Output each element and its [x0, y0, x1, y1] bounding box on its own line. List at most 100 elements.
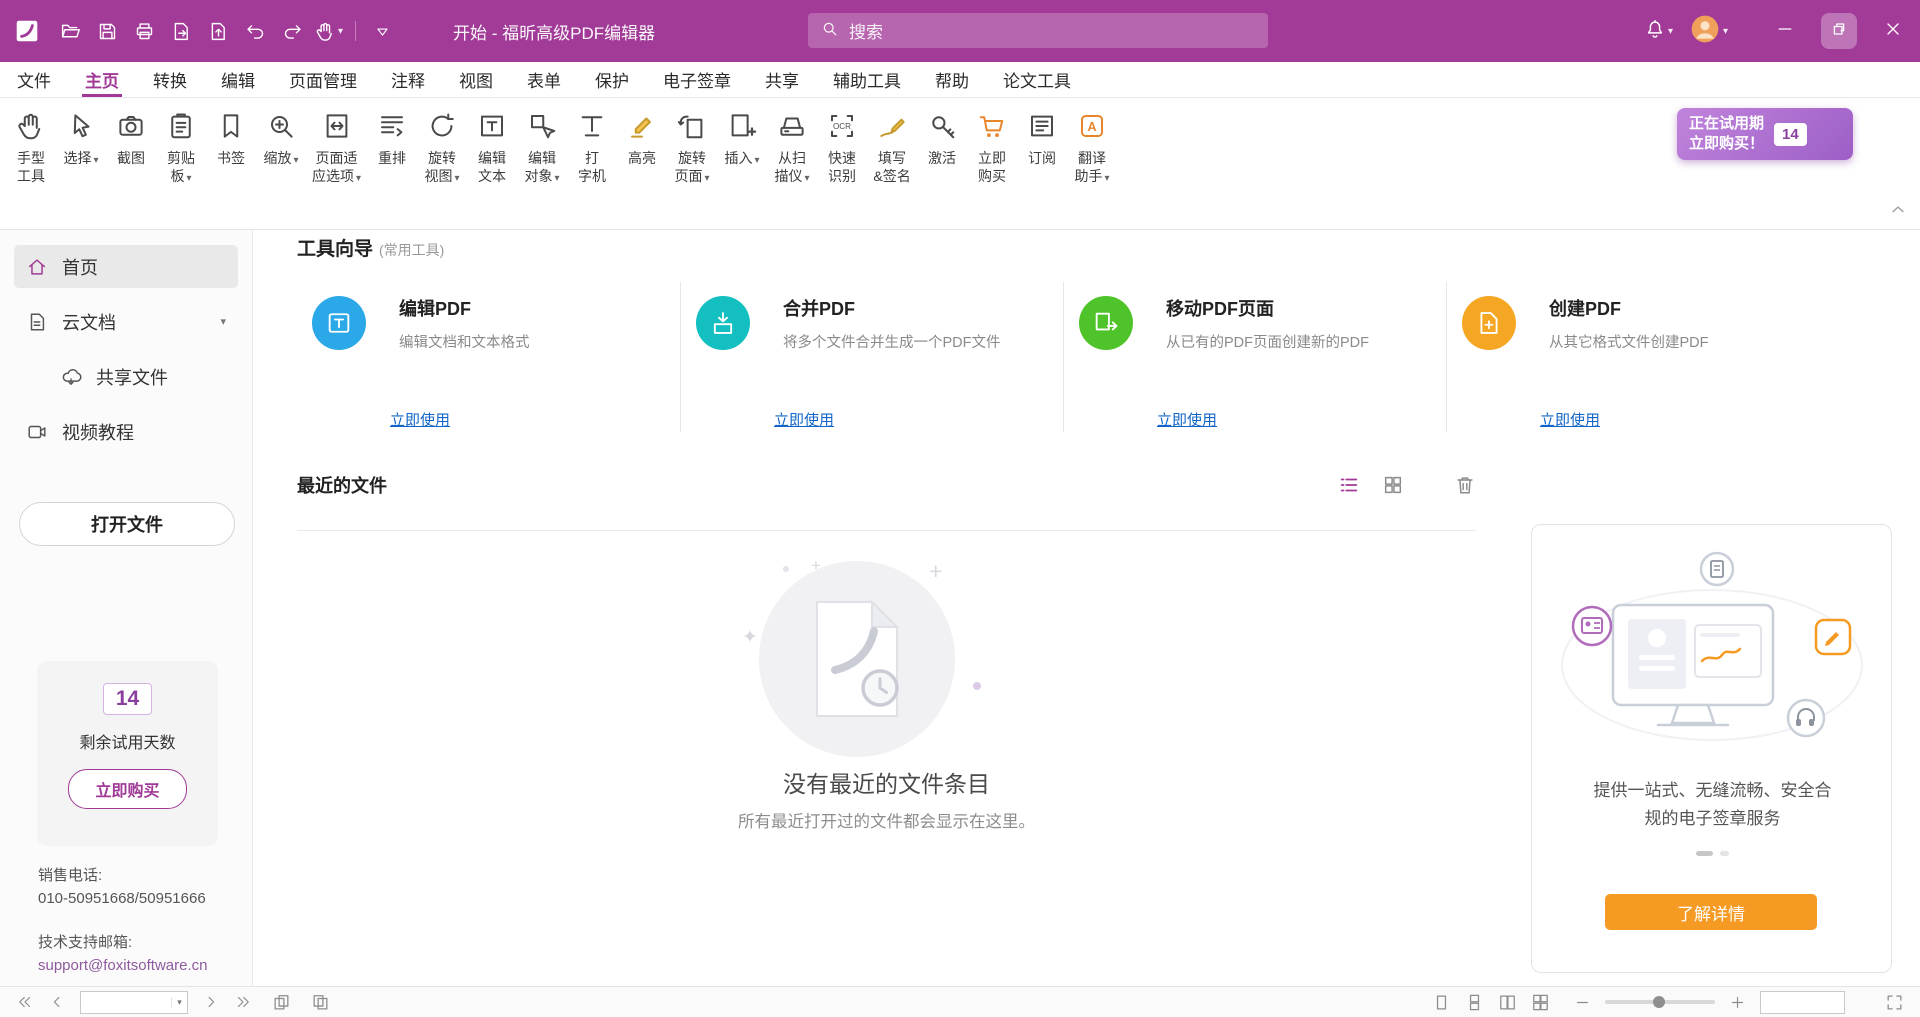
page-list-caret[interactable]: ▾ [171, 997, 187, 1008]
chevron-down-icon: ▾ [1668, 26, 1673, 37]
menu-tab-1[interactable]: 主页 [68, 62, 136, 97]
use-now-link[interactable]: 立即使用 [390, 409, 450, 430]
sidebar-item-home[interactable]: 首页 [14, 245, 238, 288]
undo-button[interactable] [240, 14, 270, 48]
ribbon-snapshot-button[interactable]: 截图 [106, 106, 156, 169]
ribbon-subscribe-button[interactable]: 订阅 [1017, 106, 1067, 169]
chevron-down-icon[interactable]: ▾ [220, 315, 226, 328]
account-button[interactable]: ▾ [1681, 0, 1736, 62]
print-button[interactable] [129, 14, 159, 48]
menu-tab-7[interactable]: 表单 [510, 62, 578, 97]
menu-tab-0[interactable]: 文件 [0, 62, 68, 97]
zoom-icon [266, 108, 296, 144]
menu-tab-13[interactable]: 论文工具 [986, 62, 1088, 97]
support-email-link[interactable]: support@foxitsoftware.cn [38, 955, 207, 978]
facing-view-button[interactable] [1498, 993, 1517, 1012]
prev-page-button[interactable] [48, 993, 66, 1011]
ribbon-ocr-button[interactable]: OCR快速识别 [817, 106, 867, 188]
fullscreen-button[interactable] [1885, 993, 1904, 1012]
carousel-dot[interactable] [1720, 851, 1729, 856]
tool-card-title: 编辑PDF [399, 282, 670, 321]
carousel-dot-active[interactable] [1696, 851, 1713, 856]
notifications-button[interactable]: ▾ [1636, 0, 1681, 62]
ribbon-highlight-button[interactable]: 高亮 [617, 106, 667, 169]
list-view-button[interactable] [1338, 474, 1360, 496]
ribbon-clipboard-button[interactable]: 剪贴板▾ [156, 106, 206, 188]
edit-object-icon [527, 108, 557, 144]
ribbon-activate-button[interactable]: 激活 [917, 106, 967, 169]
learn-more-button[interactable]: 了解详情 [1605, 894, 1817, 930]
export-button[interactable] [166, 14, 196, 48]
ribbon-select-tool-button[interactable]: 选择▾ [56, 106, 106, 169]
folder-open-button[interactable] [55, 14, 85, 48]
zoom-slider[interactable] [1605, 1000, 1715, 1004]
page-number-input[interactable] [81, 992, 171, 1013]
redo-button[interactable] [277, 14, 307, 48]
ribbon-reflow-button[interactable]: 重排 [367, 106, 417, 169]
ribbon-edit-object-button[interactable]: 编辑对象▾ [517, 106, 567, 188]
zoom-level-input[interactable] [1761, 992, 1844, 1013]
ribbon-fit-page-button[interactable]: 页面适应选项▾ [306, 106, 367, 188]
ribbon-scanner-button[interactable]: 从扫描仪▾ [767, 106, 817, 188]
clipboard-icon [166, 108, 196, 144]
first-page-button[interactable] [16, 993, 34, 1011]
search-input[interactable]: 搜索 [808, 13, 1268, 48]
close-button[interactable] [1866, 0, 1920, 62]
collapse-ribbon-button[interactable] [1888, 200, 1908, 225]
ribbon-rotate-pages-button[interactable]: 旋转页面▾ [667, 106, 717, 188]
menu-tab-5[interactable]: 注释 [374, 62, 442, 97]
menu-tab-10[interactable]: 共享 [748, 62, 816, 97]
use-now-link[interactable]: 立即使用 [1157, 409, 1217, 430]
clear-recent-button[interactable] [1454, 474, 1476, 496]
ribbon-fill-sign-button[interactable]: 填写&签名 [867, 106, 917, 188]
ribbon-zoom-button[interactable]: 缩放▾ [256, 106, 306, 169]
use-now-link[interactable]: 立即使用 [774, 409, 834, 430]
zoom-out-button[interactable] [1574, 994, 1591, 1011]
continuous-view-button[interactable] [1465, 993, 1484, 1012]
ribbon-insert-pages-button[interactable]: 插入▾ [717, 106, 767, 169]
menu-tab-3[interactable]: 编辑 [204, 62, 272, 97]
tools-section-title: 工具向导(常用工具) [297, 234, 444, 261]
ribbon-translate-button[interactable]: A翻译助手▾ [1067, 106, 1117, 188]
carousel-dots[interactable] [1532, 851, 1893, 856]
menu-tab-11[interactable]: 辅助工具 [816, 62, 918, 97]
ribbon-bookmark-button[interactable]: 书签 [206, 106, 256, 169]
trial-badge[interactable]: 正在试用期 立即购买！ 14 [1677, 108, 1853, 160]
zoom-in-button[interactable] [1729, 994, 1746, 1011]
open-file-button[interactable]: 打开文件 [19, 502, 235, 546]
single-page-view-button[interactable] [1432, 993, 1451, 1012]
save-button[interactable] [92, 14, 122, 48]
menu-tab-12[interactable]: 帮助 [918, 62, 986, 97]
view-zoom-controls [1432, 991, 1904, 1014]
menu-tab-2[interactable]: 转换 [136, 62, 204, 97]
buy-now-button[interactable]: 立即购买 [68, 769, 186, 809]
ribbon-rotate-view-button[interactable]: 旋转视图▾ [417, 106, 467, 188]
hand-grab-button[interactable]: ▾ [314, 14, 344, 48]
share-button[interactable] [203, 14, 233, 48]
sidebar-item-video[interactable]: 视频教程 [14, 410, 238, 453]
prev-view-button[interactable] [272, 993, 291, 1012]
last-page-button[interactable] [234, 993, 252, 1011]
ribbon-edit-text-button[interactable]: 编辑文本 [467, 106, 517, 188]
use-now-link[interactable]: 立即使用 [1540, 409, 1600, 430]
grid-view-button[interactable] [1382, 474, 1404, 496]
sidebar-item-cloud-doc[interactable]: 云文档▾ [14, 300, 238, 343]
zoom-slider-thumb[interactable] [1653, 996, 1665, 1008]
sidebar: 首页云文档▾共享文件视频教程 打开文件 14 剩余试用天数 立即购买 销售电话:… [0, 230, 253, 986]
customize-toolbar-button[interactable] [367, 14, 397, 48]
menu-tab-6[interactable]: 视图 [442, 62, 510, 97]
ribbon-typewriter-button[interactable]: 打字机 [567, 106, 617, 188]
restore-button[interactable] [1812, 0, 1866, 62]
main-content: 工具向导(常用工具) 编辑PDF编辑文档和文本格式立即使用合并PDF将多个文件合… [253, 230, 1920, 986]
next-page-button[interactable] [202, 993, 220, 1011]
highlight-icon [627, 108, 657, 144]
menu-tab-8[interactable]: 保护 [578, 62, 646, 97]
minimize-button[interactable] [1758, 0, 1812, 62]
ribbon-cart-button[interactable]: 立即购买 [967, 106, 1017, 188]
facing-continuous-view-button[interactable] [1531, 993, 1550, 1012]
menu-tab-4[interactable]: 页面管理 [272, 62, 374, 97]
sidebar-item-shared-files[interactable]: 共享文件 [48, 355, 238, 398]
menu-tab-9[interactable]: 电子签章 [646, 62, 748, 97]
ribbon-hand-tool-button[interactable]: 手型工具 [6, 106, 56, 188]
next-view-button[interactable] [311, 993, 330, 1012]
